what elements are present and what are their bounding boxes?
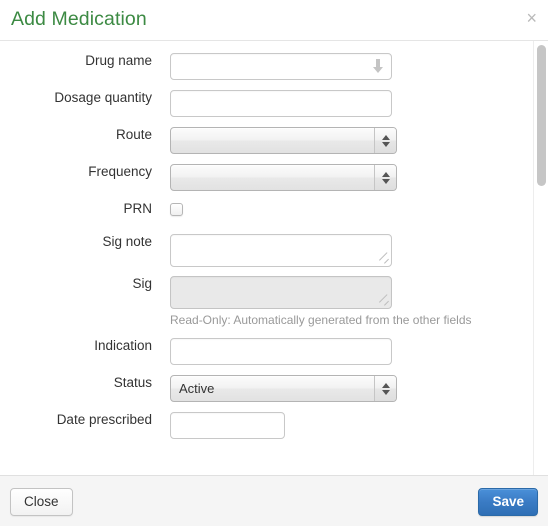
drug-name-input[interactable]	[170, 53, 392, 80]
field-wrap-sig-note	[170, 234, 548, 267]
modal-header: Add Medication ×	[0, 0, 548, 41]
field-wrap-status: Active	[170, 375, 548, 402]
form-row-sig-note: Sig note	[0, 234, 548, 267]
sig-note-container	[170, 234, 392, 267]
label-sig: Sig	[132, 276, 152, 291]
prn-checkbox[interactable]	[170, 203, 183, 216]
form-row-drug-name: Drug name	[0, 53, 548, 80]
label-prn: PRN	[123, 201, 152, 216]
scrollbar-thumb[interactable]	[537, 45, 546, 186]
modal-footer: Close Save	[0, 475, 548, 526]
drug-name-typeahead[interactable]	[170, 53, 392, 80]
close-button[interactable]: Close	[10, 488, 73, 516]
date-prescribed-input[interactable]	[170, 412, 285, 439]
label-date-prescribed: Date prescribed	[56, 412, 152, 427]
modal-body: Drug name Dosage quantity Route Frequenc…	[0, 41, 548, 475]
indication-input[interactable]	[170, 338, 392, 365]
form-row-frequency: Frequency	[0, 164, 548, 191]
form-row-dosage-quantity: Dosage quantity	[0, 90, 548, 117]
save-button[interactable]: Save	[478, 488, 538, 516]
field-wrap-dosage-quantity	[170, 90, 548, 117]
sig-textarea	[170, 276, 392, 309]
dosage-quantity-input[interactable]	[170, 90, 392, 117]
sig-note-textarea[interactable]	[170, 234, 392, 267]
form-row-route: Route	[0, 127, 548, 154]
form-row-status: Status Active	[0, 375, 548, 402]
label-indication: Indication	[94, 338, 152, 353]
field-wrap-frequency	[170, 164, 548, 191]
field-wrap-drug-name	[170, 53, 548, 80]
field-wrap-sig: Read-Only: Automatically generated from …	[170, 276, 548, 328]
add-medication-modal: Add Medication × Drug name Dosage quanti…	[0, 0, 548, 526]
field-wrap-prn	[170, 201, 548, 221]
body-scrollbar[interactable]	[533, 41, 548, 475]
field-wrap-route	[170, 127, 548, 154]
form-row-date-prescribed: Date prescribed	[0, 412, 548, 439]
label-frequency: Frequency	[88, 164, 152, 179]
frequency-select[interactable]	[170, 164, 397, 191]
label-route: Route	[115, 127, 152, 142]
label-drug-name: Drug name	[85, 53, 152, 68]
close-icon[interactable]: ×	[526, 9, 537, 27]
page-title: Add Medication	[11, 8, 147, 30]
form-row-prn: PRN	[0, 201, 548, 221]
field-wrap-indication	[170, 338, 548, 365]
stepper-arrows-icon[interactable]	[374, 376, 396, 401]
sig-help-text: Read-Only: Automatically generated from …	[170, 313, 472, 327]
field-wrap-date-prescribed	[170, 412, 548, 439]
sig-container	[170, 276, 392, 309]
status-select[interactable]: Active	[170, 375, 397, 402]
status-select-value: Active	[179, 381, 215, 396]
route-select[interactable]	[170, 127, 397, 154]
label-dosage-quantity: Dosage quantity	[54, 90, 152, 105]
form-row-sig: Sig Read-Only: Automatically generated f…	[0, 276, 548, 328]
stepper-arrows-icon[interactable]	[374, 128, 396, 153]
label-sig-note: Sig note	[102, 234, 152, 249]
stepper-arrows-icon[interactable]	[374, 165, 396, 190]
label-status: Status	[113, 375, 152, 390]
form-row-indication: Indication	[0, 338, 548, 365]
